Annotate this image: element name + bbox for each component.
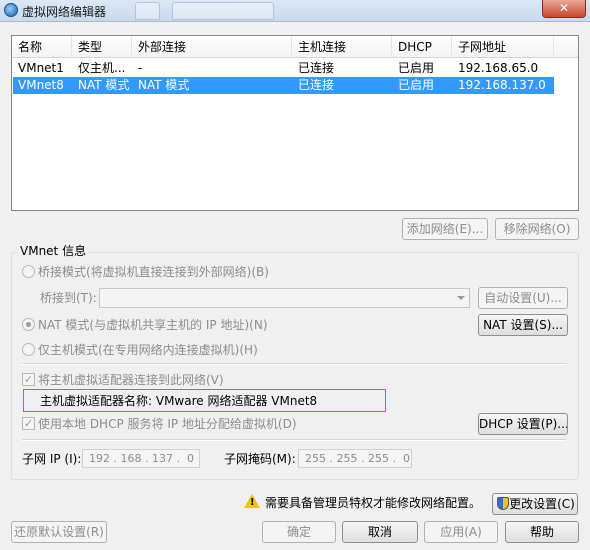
column-header-type[interactable]: 类型 — [72, 36, 132, 58]
cell-external: - — [138, 61, 143, 75]
cell-type: NAT 模式 — [78, 78, 130, 92]
divider — [22, 439, 566, 441]
group-title: VMnet 信息 — [18, 244, 89, 258]
network-list[interactable]: 名称 类型 外部连接 主机连接 DHCP 子网地址 VMnet1 仅主机... … — [11, 35, 579, 211]
network-globe-icon — [4, 3, 18, 17]
table-row[interactable]: VMnet1 仅主机... - 已连接 已启用 192.168.65.0 — [13, 60, 554, 77]
bridge-to-label: 桥接到(T): — [40, 291, 97, 305]
uac-shield-icon — [497, 497, 509, 510]
cell-name: VMnet1 — [18, 61, 64, 75]
host-only-radio[interactable] — [22, 343, 35, 356]
subnet-mask-field[interactable]: 255 . 255 . 255 . 0 — [298, 449, 412, 468]
table-row[interactable]: VMnet8 NAT 模式 NAT 模式 已连接 已启用 192.168.137… — [13, 77, 554, 94]
remove-network-button[interactable]: 移除网络(O) — [495, 218, 579, 240]
apply-button[interactable]: 应用(A) — [424, 521, 498, 543]
host-only-label: 仅主机模式(在专用网络内连接虚拟机)(H) — [38, 343, 258, 357]
use-dhcp-checkbox[interactable]: ✓ — [22, 417, 35, 430]
column-header-host[interactable]: 主机连接 — [292, 36, 392, 58]
change-settings-label: 更改设置(C) — [509, 497, 575, 511]
nat-settings-button[interactable]: NAT 设置(S)... — [478, 314, 568, 336]
cell-host: 已连接 — [298, 61, 335, 75]
background-tab — [135, 2, 160, 20]
background-tab — [172, 2, 274, 20]
nat-mode-label: NAT 模式(与虚拟机共享主机的 IP 地址)(N) — [38, 318, 268, 332]
bridge-mode-label: 桥接模式(将虚拟机直接连接到外部网络)(B) — [38, 265, 269, 279]
cell-external: NAT 模式 — [138, 78, 190, 92]
bridge-to-select[interactable] — [99, 288, 470, 308]
ok-button[interactable]: 确定 — [262, 521, 336, 543]
column-header-subnet[interactable]: 子网地址 — [452, 36, 554, 58]
column-header-name[interactable]: 名称 — [12, 36, 72, 58]
subnet-ip-label: 子网 IP (I): — [22, 452, 82, 466]
close-button[interactable]: ✕ — [542, 0, 586, 18]
nat-mode-radio[interactable] — [22, 318, 35, 331]
column-header-external[interactable]: 外部连接 — [132, 36, 292, 58]
subnet-mask-label: 子网掩码(M): — [224, 452, 296, 466]
help-button[interactable]: 帮助 — [505, 521, 579, 543]
cell-dhcp: 已启用 — [398, 61, 435, 75]
title-bar: 虚拟网络编辑器 ✕ — [0, 0, 590, 22]
add-network-button[interactable]: 添加网络(E)... — [402, 218, 488, 240]
subnet-ip-field[interactable]: 192 . 168 . 137 . 0 — [82, 449, 200, 468]
connect-adapter-label: 将主机虚拟适配器连接到此网络(V) — [38, 373, 224, 387]
cell-subnet: 192.168.65.0 — [458, 61, 539, 75]
dhcp-settings-button[interactable]: DHCP 设置(P)... — [478, 413, 568, 435]
list-header: 名称 类型 外部连接 主机连接 DHCP 子网地址 — [12, 36, 578, 58]
cell-host: 已连接 — [298, 78, 335, 92]
auto-setting-button[interactable]: 自动设置(U)... — [478, 287, 568, 309]
window-title: 虚拟网络编辑器 — [22, 5, 107, 19]
cell-type: 仅主机... — [78, 61, 126, 75]
admin-warning-text: 需要具备管理员特权才能修改网络配置。 — [265, 496, 482, 510]
chevron-down-icon — [457, 296, 465, 300]
adapter-name-label: 主机虚拟适配器名称: VMware 网络适配器 VMnet8 — [40, 394, 318, 408]
divider — [22, 363, 566, 365]
cancel-button[interactable]: 取消 — [342, 521, 418, 543]
connect-adapter-checkbox[interactable]: ✓ — [22, 373, 35, 386]
cell-subnet: 192.168.137.0 — [458, 78, 546, 92]
bridge-mode-radio[interactable] — [22, 265, 35, 278]
cell-dhcp: 已启用 — [398, 78, 435, 92]
cell-name: VMnet8 — [18, 78, 64, 92]
use-dhcp-label: 使用本地 DHCP 服务将 IP 地址分配给虚拟机(D) — [38, 417, 297, 431]
column-header-dhcp[interactable]: DHCP — [392, 36, 452, 58]
restore-defaults-button[interactable]: 还原默认设置(R) — [11, 521, 107, 543]
warning-icon-mark: ! — [250, 497, 255, 508]
